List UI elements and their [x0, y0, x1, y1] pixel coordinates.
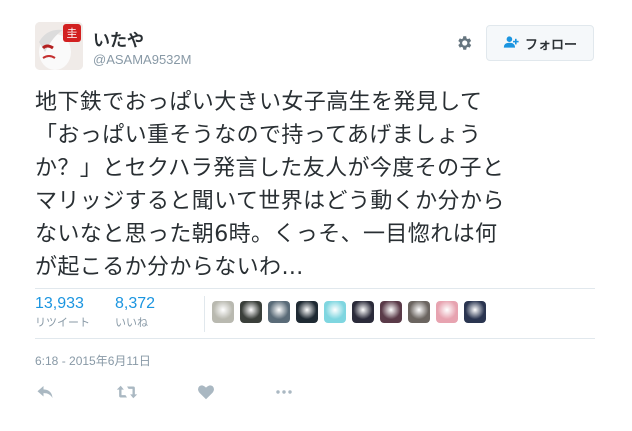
retweet-stat[interactable]: 13,933 リツイート — [35, 295, 90, 330]
avatar-2[interactable] — [240, 301, 262, 323]
avatar-1[interactable] — [212, 301, 234, 323]
avatar-10[interactable] — [464, 301, 486, 323]
avatar-3[interactable] — [268, 301, 290, 323]
tweet-line: マリッジすると聞いて世界はどう動くか分から — [35, 189, 505, 214]
tweet-line: ないなと思った朝6時。くっそ、一目惚れは何 — [35, 222, 498, 247]
divider — [35, 288, 595, 289]
tweet-line: 地下鉄でおっぱい大きい女子高生を発見して — [35, 90, 483, 115]
tweet-line: が起こるか分からないわ… — [35, 255, 304, 280]
follow-user-icon — [503, 34, 519, 53]
gear-icon[interactable] — [455, 34, 473, 52]
follow-button-label: フォロー — [524, 37, 577, 53]
svg-text:圭: 圭 — [67, 27, 78, 40]
follow-button[interactable]: フォロー — [486, 25, 594, 61]
avatar-5[interactable] — [324, 301, 346, 323]
tweet-line: 「おっぱい重そうなので持ってあげましょう — [35, 123, 482, 148]
display-name[interactable]: いたや — [93, 26, 144, 51]
user-handle[interactable]: @ASAMA9532M — [93, 52, 191, 67]
retweet-label: リツイート — [35, 317, 90, 329]
liker-avatars — [212, 301, 486, 323]
retweet-count: 13,933 — [35, 295, 84, 312]
divider — [35, 338, 595, 339]
avatar-4[interactable] — [296, 301, 318, 323]
avatar[interactable]: 圭 — [35, 22, 83, 70]
avatar-6[interactable] — [352, 301, 374, 323]
tweet-line: か？」とセクハラ発言した友人が今度その子と — [35, 156, 505, 181]
like-stat[interactable]: 8,372 いいね — [115, 295, 155, 330]
like-label: いいね — [115, 317, 148, 329]
stat-separator — [204, 296, 205, 332]
retweet-icon[interactable] — [116, 384, 138, 404]
avatar-9[interactable] — [436, 301, 458, 323]
more-icon[interactable] — [275, 384, 295, 404]
tweet-text: 地下鉄でおっぱい大きい女子高生を発見して 「おっぱい重そうなので持ってあげましょ… — [35, 86, 605, 284]
reply-icon[interactable] — [36, 384, 56, 404]
like-count: 8,372 — [115, 295, 156, 312]
timestamp[interactable]: 6:18 - 2015年6月11日 — [35, 352, 151, 369]
like-icon[interactable] — [197, 384, 217, 404]
avatar-7[interactable] — [380, 301, 402, 323]
avatar-8[interactable] — [408, 301, 430, 323]
